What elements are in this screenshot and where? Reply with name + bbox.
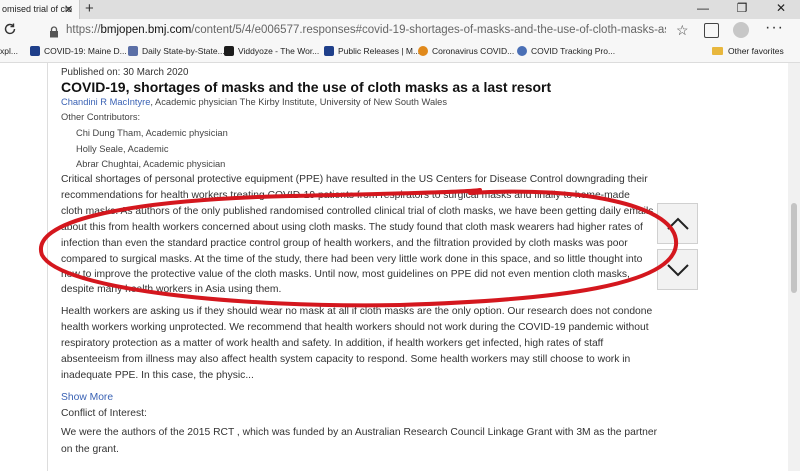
close-window-button[interactable]: ✕ bbox=[766, 1, 796, 15]
minimize-button[interactable]: — bbox=[688, 1, 718, 15]
body-line: compared to surgical masks. At the time … bbox=[61, 254, 643, 265]
bookmark-favicon-icon bbox=[418, 46, 428, 56]
bookmark-favicon-icon bbox=[30, 46, 40, 56]
contributor: Chi Dung Tham, Academic physician bbox=[76, 128, 228, 138]
url-input[interactable]: https://bmjopen.bmj.com/content/5/4/e006… bbox=[66, 24, 666, 36]
tab-close-icon[interactable]: ✕ bbox=[64, 3, 73, 16]
bookmark-favicon-icon bbox=[324, 46, 334, 56]
body-line: respiratory protection as a matter of wo… bbox=[61, 338, 604, 349]
page-viewport: Published on: 30 March 2020 COVID-19, sh… bbox=[0, 63, 800, 471]
folder-icon bbox=[712, 47, 723, 55]
profile-avatar[interactable] bbox=[733, 22, 749, 38]
bookmarks-bar: xpl... COVID-19: Maine D... Daily State-… bbox=[0, 43, 800, 63]
scroll-down-button[interactable] bbox=[657, 249, 698, 290]
bookmark-favicon-icon bbox=[128, 46, 138, 56]
bookmark-favicon-icon bbox=[224, 46, 234, 56]
bookmark-label: COVID Tracking Pro... bbox=[531, 46, 616, 56]
contributor: Abrar Chughtai, Academic physician bbox=[76, 159, 226, 169]
published-date: Published on: 30 March 2020 bbox=[61, 67, 189, 78]
author-affiliation: , Academic physician The Kirby Institute… bbox=[150, 97, 447, 107]
scrollbar-thumb[interactable] bbox=[791, 203, 797, 293]
browser-tab[interactable]: omised trial of clo ✕ bbox=[0, 0, 80, 19]
body-line: recommendations for health workers treat… bbox=[61, 190, 630, 201]
address-bar-row: https://bmjopen.bmj.com/content/5/4/e006… bbox=[0, 19, 800, 43]
bookmark-label: Coronavirus COVID... bbox=[432, 46, 515, 56]
article-title: COVID-19, shortages of masks and the use… bbox=[61, 79, 552, 95]
scroll-up-button[interactable] bbox=[657, 203, 698, 244]
body-line: cloth masks. As authors of the only publ… bbox=[61, 206, 654, 217]
new-tab-button[interactable]: + bbox=[85, 0, 94, 17]
contributor: Holly Seale, Academic bbox=[76, 144, 169, 154]
bookmark-item[interactable]: Coronavirus COVID... bbox=[418, 46, 514, 56]
bookmark-item[interactable]: COVID Tracking Pro... bbox=[517, 46, 615, 56]
chevron-up-icon bbox=[666, 217, 689, 230]
conflict-line: on the grant. bbox=[61, 444, 119, 455]
author-link[interactable]: Chandini R MacIntyre bbox=[61, 97, 150, 107]
url-prefix: https:// bbox=[66, 24, 101, 36]
tab-strip: omised trial of clo ✕ + — ❐ ✕ bbox=[0, 0, 800, 19]
author-line: Chandini R MacIntyre, Academic physician… bbox=[61, 97, 447, 107]
body-line: about this from health workers concerned… bbox=[61, 222, 643, 233]
show-more-link[interactable]: Show More bbox=[61, 392, 113, 403]
bookmark-label: Public Releases | M... bbox=[338, 46, 421, 56]
bookmark-label: xpl... bbox=[0, 46, 18, 56]
vertical-scrollbar[interactable] bbox=[788, 63, 800, 471]
collections-icon[interactable] bbox=[704, 23, 719, 38]
chevron-down-icon bbox=[666, 263, 689, 276]
url-path: /content/5/4/e006577.responses#covid-19-… bbox=[191, 24, 666, 36]
body-line: despite many health workers in Asia usin… bbox=[61, 284, 282, 295]
other-favorites[interactable]: Other favorites bbox=[712, 46, 784, 56]
bookmark-label: Daily State-by-State... bbox=[142, 46, 225, 56]
lock-icon[interactable] bbox=[49, 25, 59, 38]
content-left-border bbox=[47, 63, 48, 471]
body-line: absenteeism from illness may also affect… bbox=[61, 354, 631, 365]
bookmark-favicon-icon bbox=[517, 46, 527, 56]
url-host: bmjopen.bmj.com bbox=[100, 24, 192, 36]
body-line: Health workers are asking us if they sho… bbox=[61, 306, 653, 317]
body-line: infection than even the standard practic… bbox=[61, 238, 628, 249]
bookmark-label: Viddyoze - The Wor... bbox=[238, 46, 320, 56]
other-contributors-label: Other Contributors: bbox=[61, 112, 141, 122]
settings-menu-icon[interactable]: ··· bbox=[765, 19, 784, 37]
bookmark-item[interactable]: xpl... bbox=[0, 46, 18, 56]
bookmark-item[interactable]: Viddyoze - The Wor... bbox=[224, 46, 319, 56]
body-line: how to improve the protective value of t… bbox=[61, 269, 630, 280]
refresh-icon[interactable] bbox=[3, 22, 17, 39]
bookmark-label: COVID-19: Maine D... bbox=[44, 46, 127, 56]
bookmark-item[interactable]: Daily State-by-State... bbox=[128, 46, 225, 56]
body-line: health workers working unprotected. We r… bbox=[61, 322, 649, 333]
conflict-of-interest-label: Conflict of Interest: bbox=[61, 408, 147, 419]
body-line: Critical shortages of personal protectiv… bbox=[61, 174, 648, 185]
conflict-line: We were the authors of the 2015 RCT , wh… bbox=[61, 427, 658, 438]
body-line: inadequate PPE. In this case, the physic… bbox=[61, 370, 254, 381]
tab-title: omised trial of clo bbox=[2, 4, 73, 14]
bookmark-item[interactable]: COVID-19: Maine D... bbox=[30, 46, 127, 56]
maximize-button[interactable]: ❐ bbox=[727, 1, 757, 15]
other-favorites-label: Other favorites bbox=[728, 46, 784, 56]
favorite-star-icon[interactable]: ☆ bbox=[676, 22, 689, 39]
bookmark-item[interactable]: Public Releases | M... bbox=[324, 46, 420, 56]
